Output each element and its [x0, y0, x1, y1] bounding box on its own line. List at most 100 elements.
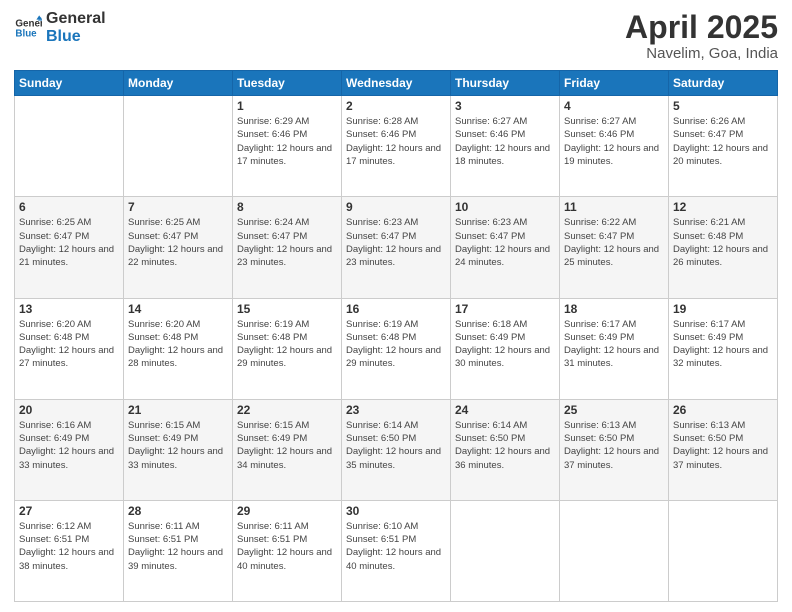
- day-number: 1: [237, 99, 337, 113]
- weekday-header-sunday: Sunday: [15, 71, 124, 96]
- calendar-cell: 12Sunrise: 6:21 AM Sunset: 6:48 PM Dayli…: [669, 197, 778, 298]
- logo-blue: Blue: [46, 28, 106, 46]
- calendar-cell: [560, 500, 669, 601]
- weekday-header-wednesday: Wednesday: [342, 71, 451, 96]
- day-number: 7: [128, 200, 228, 214]
- day-number: 19: [673, 302, 773, 316]
- calendar-cell: 29Sunrise: 6:11 AM Sunset: 6:51 PM Dayli…: [233, 500, 342, 601]
- day-number: 25: [564, 403, 664, 417]
- calendar-cell: 18 Sunrise: 6:17 AM Sunset: 6:49 PM Dayli…: [560, 298, 669, 399]
- day-info: Sunrise: 6:15 AM Sunset: 6:49 PM Dayligh…: [237, 419, 337, 472]
- calendar-cell: 9 Sunrise: 6:23 AM Sunset: 6:47 PM Daylig…: [342, 197, 451, 298]
- calendar-cell: 17 Sunrise: 6:18 AM Sunset: 6:49 PM Dayli…: [451, 298, 560, 399]
- day-info: Sunrise: 6:17 AM Sunset: 6:49 PM Dayligh…: [564, 318, 664, 371]
- day-info: Sunrise: 6:13 AM Sunset: 6:50 PM Dayligh…: [673, 419, 773, 472]
- title-block: April 2025 Navelim, Goa, India: [625, 10, 778, 62]
- calendar-cell: [124, 96, 233, 197]
- day-info: Sunrise: 6:25 AM Sunset: 6:47 PM Dayligh…: [128, 216, 228, 269]
- day-info: Sunrise: 6:11 AM Sunset: 6:51 PM Dayligh…: [237, 520, 337, 573]
- day-number: 18: [564, 302, 664, 316]
- day-info: Sunrise: 6:13 AM Sunset: 6:50 PM Dayligh…: [564, 419, 664, 472]
- day-number: 2: [346, 99, 446, 113]
- day-number: 28: [128, 504, 228, 518]
- weekday-header-thursday: Thursday: [451, 71, 560, 96]
- day-number: 3: [455, 99, 555, 113]
- day-info: Sunrise: 6:11 AM Sunset: 6:51 PM Dayligh…: [128, 520, 228, 573]
- day-info: Sunrise: 6:23 AM Sunset: 6:47 PM Dayligh…: [455, 216, 555, 269]
- day-info: Sunrise: 6:20 AM Sunset: 6:48 PM Dayligh…: [19, 318, 119, 371]
- svg-text:Blue: Blue: [15, 28, 37, 39]
- calendar-cell: 27Sunrise: 6:12 AM Sunset: 6:51 PM Dayli…: [15, 500, 124, 601]
- day-info: Sunrise: 6:15 AM Sunset: 6:49 PM Dayligh…: [128, 419, 228, 472]
- day-info: Sunrise: 6:28 AM Sunset: 6:46 PM Dayligh…: [346, 115, 446, 168]
- header: General Blue General Blue April 2025 Nav…: [14, 10, 778, 62]
- calendar-cell: 3Sunrise: 6:27 AM Sunset: 6:46 PM Daylig…: [451, 96, 560, 197]
- main-title: April 2025: [625, 10, 778, 45]
- day-number: 11: [564, 200, 664, 214]
- calendar-cell: 4Sunrise: 6:27 AM Sunset: 6:46 PM Daylig…: [560, 96, 669, 197]
- day-info: Sunrise: 6:27 AM Sunset: 6:46 PM Dayligh…: [564, 115, 664, 168]
- day-info: Sunrise: 6:16 AM Sunset: 6:49 PM Dayligh…: [19, 419, 119, 472]
- day-number: 15: [237, 302, 337, 316]
- logo-general: General: [46, 10, 106, 28]
- calendar-cell: 15 Sunrise: 6:19 AM Sunset: 6:48 PM Dayli…: [233, 298, 342, 399]
- day-number: 27: [19, 504, 119, 518]
- calendar-cell: 28 Sunrise: 6:11 AM Sunset: 6:51 PM Dayli…: [124, 500, 233, 601]
- calendar-cell: 1 Sunrise: 6:29 AM Sunset: 6:46 PM Daylig…: [233, 96, 342, 197]
- calendar-cell: 2 Sunrise: 6:28 AM Sunset: 6:46 PM Daylig…: [342, 96, 451, 197]
- calendar-cell: 8Sunrise: 6:24 AM Sunset: 6:47 PM Daylig…: [233, 197, 342, 298]
- calendar-cell: 30 Sunrise: 6:10 AM Sunset: 6:51 PM Dayli…: [342, 500, 451, 601]
- calendar-week-row: 20 Sunrise: 6:16 AM Sunset: 6:49 PM Dayli…: [15, 399, 778, 500]
- calendar-cell: 24Sunrise: 6:14 AM Sunset: 6:50 PM Dayli…: [451, 399, 560, 500]
- day-number: 6: [19, 200, 119, 214]
- day-info: Sunrise: 6:23 AM Sunset: 6:47 PM Dayligh…: [346, 216, 446, 269]
- day-number: 16: [346, 302, 446, 316]
- day-number: 26: [673, 403, 773, 417]
- calendar-table: SundayMondayTuesdayWednesdayThursdayFrid…: [14, 70, 778, 602]
- day-info: Sunrise: 6:29 AM Sunset: 6:46 PM Dayligh…: [237, 115, 337, 168]
- calendar-cell: 11 Sunrise: 6:22 AM Sunset: 6:47 PM Dayli…: [560, 197, 669, 298]
- day-info: Sunrise: 6:25 AM Sunset: 6:47 PM Dayligh…: [19, 216, 119, 269]
- day-number: 13: [19, 302, 119, 316]
- day-number: 30: [346, 504, 446, 518]
- day-number: 5: [673, 99, 773, 113]
- calendar-cell: 23Sunrise: 6:14 AM Sunset: 6:50 PM Dayli…: [342, 399, 451, 500]
- day-number: 20: [19, 403, 119, 417]
- weekday-header-monday: Monday: [124, 71, 233, 96]
- calendar-cell: 26 Sunrise: 6:13 AM Sunset: 6:50 PM Dayli…: [669, 399, 778, 500]
- day-info: Sunrise: 6:19 AM Sunset: 6:48 PM Dayligh…: [237, 318, 337, 371]
- day-info: Sunrise: 6:22 AM Sunset: 6:47 PM Dayligh…: [564, 216, 664, 269]
- day-info: Sunrise: 6:20 AM Sunset: 6:48 PM Dayligh…: [128, 318, 228, 371]
- calendar-week-row: 27Sunrise: 6:12 AM Sunset: 6:51 PM Dayli…: [15, 500, 778, 601]
- weekday-header-tuesday: Tuesday: [233, 71, 342, 96]
- calendar-cell: [451, 500, 560, 601]
- day-number: 17: [455, 302, 555, 316]
- subtitle: Navelim, Goa, India: [625, 45, 778, 62]
- day-number: 22: [237, 403, 337, 417]
- calendar-week-row: 1 Sunrise: 6:29 AM Sunset: 6:46 PM Daylig…: [15, 96, 778, 197]
- day-info: Sunrise: 6:19 AM Sunset: 6:48 PM Dayligh…: [346, 318, 446, 371]
- day-number: 9: [346, 200, 446, 214]
- weekday-header-saturday: Saturday: [669, 71, 778, 96]
- calendar-cell: 6 Sunrise: 6:25 AM Sunset: 6:47 PM Daylig…: [15, 197, 124, 298]
- day-info: Sunrise: 6:17 AM Sunset: 6:49 PM Dayligh…: [673, 318, 773, 371]
- day-number: 24: [455, 403, 555, 417]
- weekday-header-friday: Friday: [560, 71, 669, 96]
- calendar-cell: 14Sunrise: 6:20 AM Sunset: 6:48 PM Dayli…: [124, 298, 233, 399]
- day-info: Sunrise: 6:18 AM Sunset: 6:49 PM Dayligh…: [455, 318, 555, 371]
- day-info: Sunrise: 6:10 AM Sunset: 6:51 PM Dayligh…: [346, 520, 446, 573]
- calendar-cell: 7 Sunrise: 6:25 AM Sunset: 6:47 PM Daylig…: [124, 197, 233, 298]
- day-info: Sunrise: 6:24 AM Sunset: 6:47 PM Dayligh…: [237, 216, 337, 269]
- calendar-cell: 16 Sunrise: 6:19 AM Sunset: 6:48 PM Dayli…: [342, 298, 451, 399]
- calendar-week-row: 13 Sunrise: 6:20 AM Sunset: 6:48 PM Dayli…: [15, 298, 778, 399]
- logo-icon: General Blue: [14, 14, 42, 42]
- calendar-cell: 13 Sunrise: 6:20 AM Sunset: 6:48 PM Dayli…: [15, 298, 124, 399]
- calendar-cell: 21Sunrise: 6:15 AM Sunset: 6:49 PM Dayli…: [124, 399, 233, 500]
- calendar-cell: 10Sunrise: 6:23 AM Sunset: 6:47 PM Dayli…: [451, 197, 560, 298]
- day-number: 12: [673, 200, 773, 214]
- calendar-cell: 19 Sunrise: 6:17 AM Sunset: 6:49 PM Dayli…: [669, 298, 778, 399]
- calendar-cell: [669, 500, 778, 601]
- page: General Blue General Blue April 2025 Nav…: [0, 0, 792, 612]
- day-info: Sunrise: 6:14 AM Sunset: 6:50 PM Dayligh…: [346, 419, 446, 472]
- day-info: Sunrise: 6:26 AM Sunset: 6:47 PM Dayligh…: [673, 115, 773, 168]
